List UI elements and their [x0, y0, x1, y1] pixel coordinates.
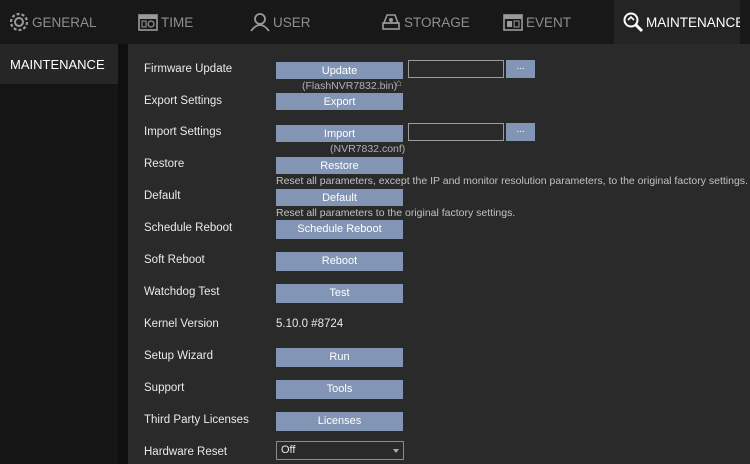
- tab-label: GENERAL: [32, 14, 97, 30]
- import-button[interactable]: Import: [276, 125, 403, 142]
- run-button[interactable]: Run: [276, 348, 403, 367]
- chevron-down-icon: [393, 449, 399, 453]
- watchdog-test-label: Watchdog Test: [144, 286, 220, 298]
- maintenance-icon: [622, 11, 644, 33]
- firmware-update-label: Firmware Update: [144, 63, 233, 75]
- tab-label: STORAGE: [404, 14, 470, 30]
- tab-maintenance[interactable]: MAINTENANCE: [614, 0, 744, 44]
- event-icon: [502, 11, 524, 33]
- lock-icon: ⌂: [396, 78, 403, 89]
- licenses-button[interactable]: Licenses: [276, 412, 403, 431]
- firmware-browse-button[interactable]: ...: [506, 60, 535, 78]
- tab-label: TIME: [161, 14, 194, 30]
- tab-time[interactable]: TIME: [137, 0, 245, 44]
- user-icon: [249, 11, 271, 33]
- soft-reboot-label: Soft Reboot: [144, 254, 205, 266]
- update-button[interactable]: Update: [276, 62, 403, 79]
- import-settings-label: Import Settings: [144, 126, 222, 138]
- sidebar-item-label: MAINTENANCE: [10, 57, 105, 72]
- tab-general[interactable]: GENERAL: [8, 0, 126, 44]
- export-button[interactable]: Export: [276, 93, 403, 110]
- tab-event[interactable]: EVENT: [502, 0, 602, 44]
- hardware-reset-value: Off: [281, 444, 296, 456]
- schedule-reboot-label: Schedule Reboot: [144, 222, 233, 234]
- kernel-version-label: Kernel Version: [144, 318, 219, 330]
- restore-note: Reset all parameters, except the IP and …: [276, 175, 748, 187]
- tab-label: MAINTENANCE: [646, 14, 745, 30]
- reboot-button[interactable]: Reboot: [276, 252, 403, 271]
- hardware-reset-select[interactable]: Off: [276, 441, 404, 460]
- restore-button[interactable]: Restore: [276, 157, 403, 174]
- import-browse-button[interactable]: ...: [506, 123, 535, 141]
- firmware-file-field[interactable]: [408, 60, 504, 78]
- import-file-field[interactable]: [408, 123, 504, 141]
- kernel-version-value: 5.10.0 #8724: [276, 318, 344, 330]
- setup-wizard-label: Setup Wizard: [144, 350, 214, 362]
- tab-user[interactable]: USER: [249, 0, 357, 44]
- default-note: Reset all parameters to the original fac…: [276, 207, 516, 219]
- maintenance-panel: Firmware Update Update (FlashNVR7832.bin…: [128, 44, 750, 464]
- sidebar-item-maintenance[interactable]: MAINTENANCE: [0, 44, 118, 84]
- gear-icon: [8, 11, 30, 33]
- divider: [118, 44, 128, 464]
- restore-label: Restore: [144, 158, 185, 170]
- calendar-icon: [137, 11, 159, 33]
- tab-label: EVENT: [526, 14, 572, 30]
- tools-button[interactable]: Tools: [276, 380, 403, 399]
- tabbar-edge: [740, 0, 750, 44]
- default-button[interactable]: Default: [276, 189, 403, 206]
- hardware-reset-label: Hardware Reset: [144, 446, 228, 458]
- import-file-hint: (NVR7832.conf): [330, 143, 406, 155]
- top-tab-bar: GENERAL TIME USER STORAGE EVENT MAINTENA…: [0, 0, 750, 44]
- test-button[interactable]: Test: [276, 284, 403, 303]
- storage-icon: [380, 11, 402, 33]
- support-label: Support: [144, 382, 185, 394]
- schedule-reboot-button[interactable]: Schedule Reboot: [276, 220, 403, 239]
- firmware-file-hint: (FlashNVR7832.bin): [302, 80, 398, 92]
- tab-label: USER: [273, 14, 311, 30]
- sidebar: MAINTENANCE: [0, 44, 118, 464]
- export-settings-label: Export Settings: [144, 95, 222, 107]
- third-party-licenses-label: Third Party Licenses: [144, 414, 249, 426]
- default-label: Default: [144, 190, 181, 202]
- tab-storage[interactable]: STORAGE: [380, 0, 490, 44]
